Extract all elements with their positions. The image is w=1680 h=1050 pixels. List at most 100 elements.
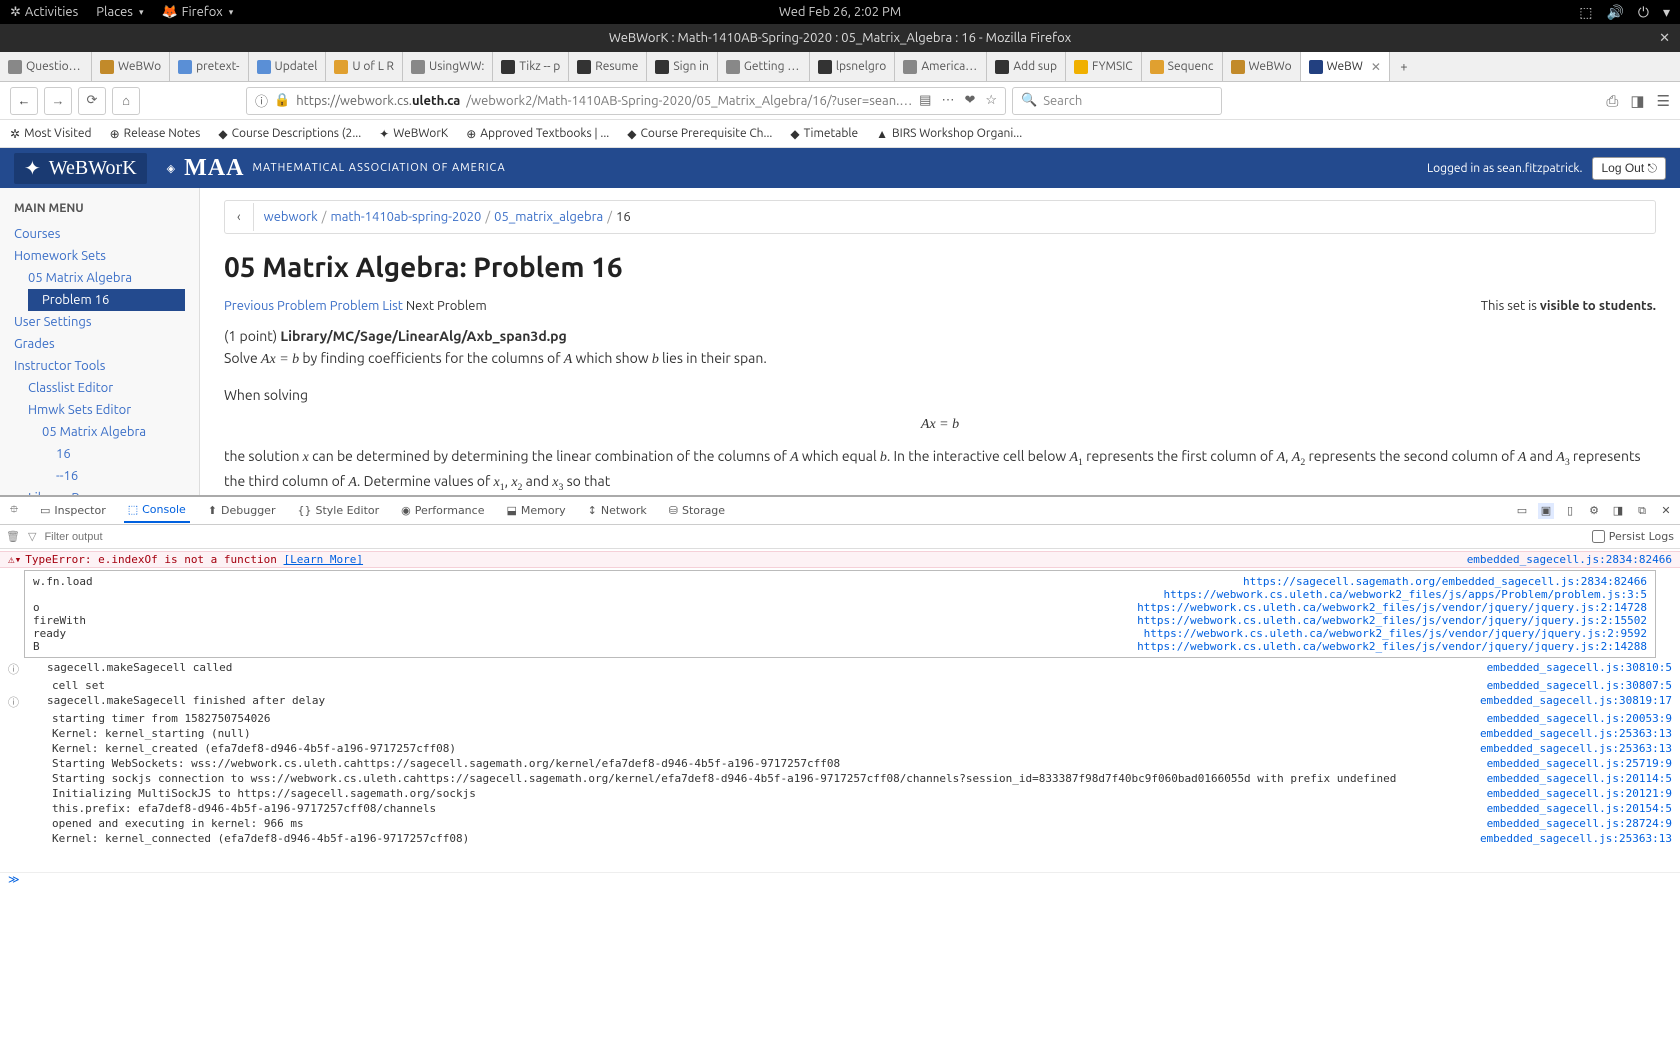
- responsive-icon[interactable]: ▭: [1514, 503, 1530, 519]
- lock-icon[interactable]: 🔒: [274, 93, 290, 108]
- pocket-icon[interactable]: ❤: [964, 93, 975, 108]
- clock[interactable]: Wed Feb 26, 2:02 PM: [779, 5, 901, 19]
- log-source[interactable]: embedded_sagecell.js:25363:13: [1480, 742, 1672, 755]
- sidebar-item[interactable]: Instructor Tools: [0, 355, 199, 377]
- sidebar-icon[interactable]: ◨: [1630, 92, 1644, 110]
- browser-tab[interactable]: FYMSIC: [1066, 52, 1142, 81]
- bookmark-item[interactable]: ✦WeBWorK: [379, 127, 448, 141]
- pick-element-icon[interactable]: ⯐: [6, 503, 22, 519]
- sidebar-item[interactable]: Problem 16: [28, 289, 185, 311]
- browser-tab[interactable]: WeBWo: [1223, 52, 1301, 81]
- devtools-tab-network[interactable]: ↕ Network: [584, 498, 651, 523]
- console-output[interactable]: ⚠ ▾ TypeError: e.indexOf is not a functi…: [0, 549, 1680, 872]
- bookmark-item[interactable]: ◆Course Prerequisite Ch...: [627, 127, 772, 141]
- sidebar-item[interactable]: Library Browser: [0, 487, 199, 495]
- browser-tab[interactable]: pretext-: [170, 52, 248, 81]
- dt-dock-icon[interactable]: ◨: [1610, 503, 1626, 519]
- console-log[interactable]: starting timer from 1582750754026embedde…: [0, 711, 1680, 726]
- browser-tab[interactable]: WeBWo: [92, 52, 170, 81]
- console-input[interactable]: ≫: [0, 872, 1680, 890]
- page-actions-icon[interactable]: ⋯: [941, 93, 954, 108]
- console-log[interactable]: cell setembedded_sagecell.js:30807:5: [0, 678, 1680, 693]
- bookmark-item[interactable]: ⊕Approved Textbooks | ...: [466, 127, 609, 141]
- console-info[interactable]: sagecell.makeSagecell finished after del…: [0, 693, 1680, 711]
- sidebar-item[interactable]: 05 Matrix Algebra: [0, 421, 199, 443]
- persist-logs-checkbox[interactable]: Persist Logs: [1592, 530, 1674, 543]
- browser-tab[interactable]: Tikz -- p: [493, 52, 569, 81]
- sidebar-item[interactable]: User Settings: [0, 311, 199, 333]
- url-bar[interactable]: ⓘ 🔒 https://webwork.cs.uleth.ca /webwork…: [246, 87, 1006, 115]
- new-tab-button[interactable]: +: [1390, 52, 1418, 81]
- console-log[interactable]: Starting sockjs connection to wss://webw…: [0, 771, 1680, 786]
- browser-tab[interactable]: Add sup: [987, 52, 1066, 81]
- info-icon[interactable]: ⓘ: [255, 91, 268, 110]
- filter-icon[interactable]: ▽: [28, 530, 36, 543]
- trace-frame[interactable]: ohttps://webwork.cs.uleth.ca/webwork2_fi…: [33, 601, 1647, 614]
- tab-close-icon[interactable]: ✕: [1371, 60, 1381, 74]
- bookmark-item[interactable]: ◆Timetable: [790, 127, 858, 141]
- error-source[interactable]: embedded_sagecell.js:2834:82466: [1467, 553, 1672, 566]
- devtools-tab-memory[interactable]: ⬓ Memory: [502, 498, 569, 523]
- devtools-tab-style-editor[interactable]: {} Style Editor: [293, 498, 383, 523]
- browser-tab[interactable]: Getting the: [718, 52, 810, 81]
- console-info[interactable]: sagecell.makeSagecell calledembedded_sag…: [0, 660, 1680, 678]
- browser-tab[interactable]: WeBW✕: [1301, 52, 1390, 81]
- devtools-tab-debugger[interactable]: ⬆ Debugger: [204, 498, 280, 523]
- log-source[interactable]: embedded_sagecell.js:20114:5: [1487, 772, 1672, 785]
- expand-icon[interactable]: ▾: [15, 553, 22, 566]
- bookmark-item[interactable]: ⊕Release Notes: [110, 127, 201, 141]
- console-log[interactable]: Kernel: kernel_connected (efa7def8-d946-…: [0, 831, 1680, 846]
- library-icon[interactable]: ⎙: [1606, 92, 1618, 110]
- console-log[interactable]: opened and executing in kernel: 966 msem…: [0, 816, 1680, 831]
- console-error[interactable]: ⚠ ▾ TypeError: e.indexOf is not a functi…: [0, 551, 1680, 568]
- sidebar-item[interactable]: Hmwk Sets Editor: [0, 399, 199, 421]
- log-source[interactable]: embedded_sagecell.js:30810:5: [1487, 661, 1672, 677]
- console-log[interactable]: Starting WebSockets: wss://webwork.cs.ul…: [0, 756, 1680, 771]
- sidebar-item[interactable]: 05 Matrix Algebra: [0, 267, 199, 289]
- dt-frame-icon[interactable]: ▯: [1562, 503, 1578, 519]
- places-menu[interactable]: Places: [96, 5, 143, 20]
- reader-mode-icon[interactable]: ▤: [919, 93, 931, 108]
- browser-tab[interactable]: Sign in: [647, 52, 717, 81]
- back-button[interactable]: ←: [10, 87, 38, 115]
- console-log[interactable]: Kernel: kernel_created (efa7def8-d946-4b…: [0, 741, 1680, 756]
- firefox-app-menu[interactable]: 🦊 Firefox: [161, 5, 233, 20]
- devtools-tab-inspector[interactable]: ▭ Inspector: [36, 498, 110, 523]
- bookmark-item[interactable]: ▲BIRS Workshop Organi...: [876, 127, 1022, 141]
- clear-console-icon[interactable]: 🗑: [6, 530, 20, 543]
- log-source[interactable]: embedded_sagecell.js:28724:9: [1487, 817, 1672, 830]
- home-button[interactable]: ⌂: [112, 87, 140, 115]
- browser-tab[interactable]: UsingWW:: [403, 52, 493, 81]
- trace-frame[interactable]: fireWithhttps://webwork.cs.uleth.ca/webw…: [33, 614, 1647, 627]
- crumb-link[interactable]: 05_matrix_algebra: [494, 210, 603, 224]
- bookmark-star-icon[interactable]: ☆: [985, 93, 997, 108]
- search-box[interactable]: 🔍 Search: [1012, 87, 1222, 115]
- split-console-icon[interactable]: ▣: [1538, 503, 1554, 519]
- trace-frame[interactable]: Bhttps://webwork.cs.uleth.ca/webwork2_fi…: [33, 640, 1647, 653]
- sidebar-item[interactable]: Homework Sets: [0, 245, 199, 267]
- menu-icon[interactable]: ☰: [1657, 92, 1670, 110]
- power-icon[interactable]: ⏻: [1638, 4, 1649, 21]
- browser-tab[interactable]: lpsnelgro: [810, 52, 895, 81]
- trace-frame[interactable]: readyhttps://webwork.cs.uleth.ca/webwork…: [33, 627, 1647, 640]
- console-log[interactable]: this.prefix: efa7def8-d946-4b5f-a196-971…: [0, 801, 1680, 816]
- log-source[interactable]: embedded_sagecell.js:25719:9: [1487, 757, 1672, 770]
- sidebar-item[interactable]: 16: [0, 443, 199, 465]
- bookmark-item[interactable]: ◆Course Descriptions (2...: [218, 127, 361, 141]
- trace-frame[interactable]: w.fn.loadhttps://sagecell.sagemath.org/e…: [33, 575, 1647, 588]
- sidebar-item[interactable]: --16: [0, 465, 199, 487]
- browser-tab[interactable]: Resume: [569, 52, 647, 81]
- prev-problem-link[interactable]: Previous Problem: [224, 299, 327, 313]
- devtools-tab-console[interactable]: ⬚ Console: [124, 498, 190, 523]
- browser-tab[interactable]: Updatel: [249, 52, 327, 81]
- dt-close-icon[interactable]: ✕: [1658, 503, 1674, 519]
- log-source[interactable]: embedded_sagecell.js:25363:13: [1480, 727, 1672, 740]
- devtools-tab-storage[interactable]: ⛁ Storage: [665, 498, 729, 523]
- console-log[interactable]: Initializing MultiSockJS to https://sage…: [0, 786, 1680, 801]
- sidebar-item[interactable]: Grades: [0, 333, 199, 355]
- reload-button[interactable]: ⟳: [78, 87, 106, 115]
- devtools-tab-performance[interactable]: ◉ Performance: [397, 498, 488, 523]
- browser-tab[interactable]: American In: [895, 52, 987, 81]
- log-source[interactable]: embedded_sagecell.js:20154:5: [1487, 802, 1672, 815]
- sidebar-item[interactable]: Courses: [0, 223, 199, 245]
